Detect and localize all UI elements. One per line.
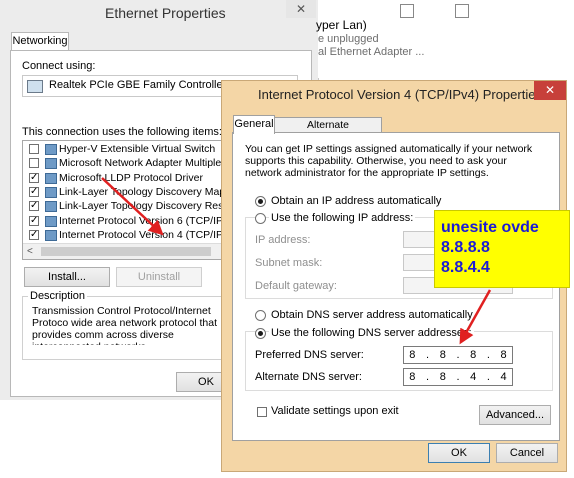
arrow-to-ipv4-item xyxy=(101,177,164,236)
arrow-to-dns-fields xyxy=(459,289,492,345)
tab-general[interactable]: General xyxy=(233,115,275,134)
annotation-arrows xyxy=(101,177,492,345)
